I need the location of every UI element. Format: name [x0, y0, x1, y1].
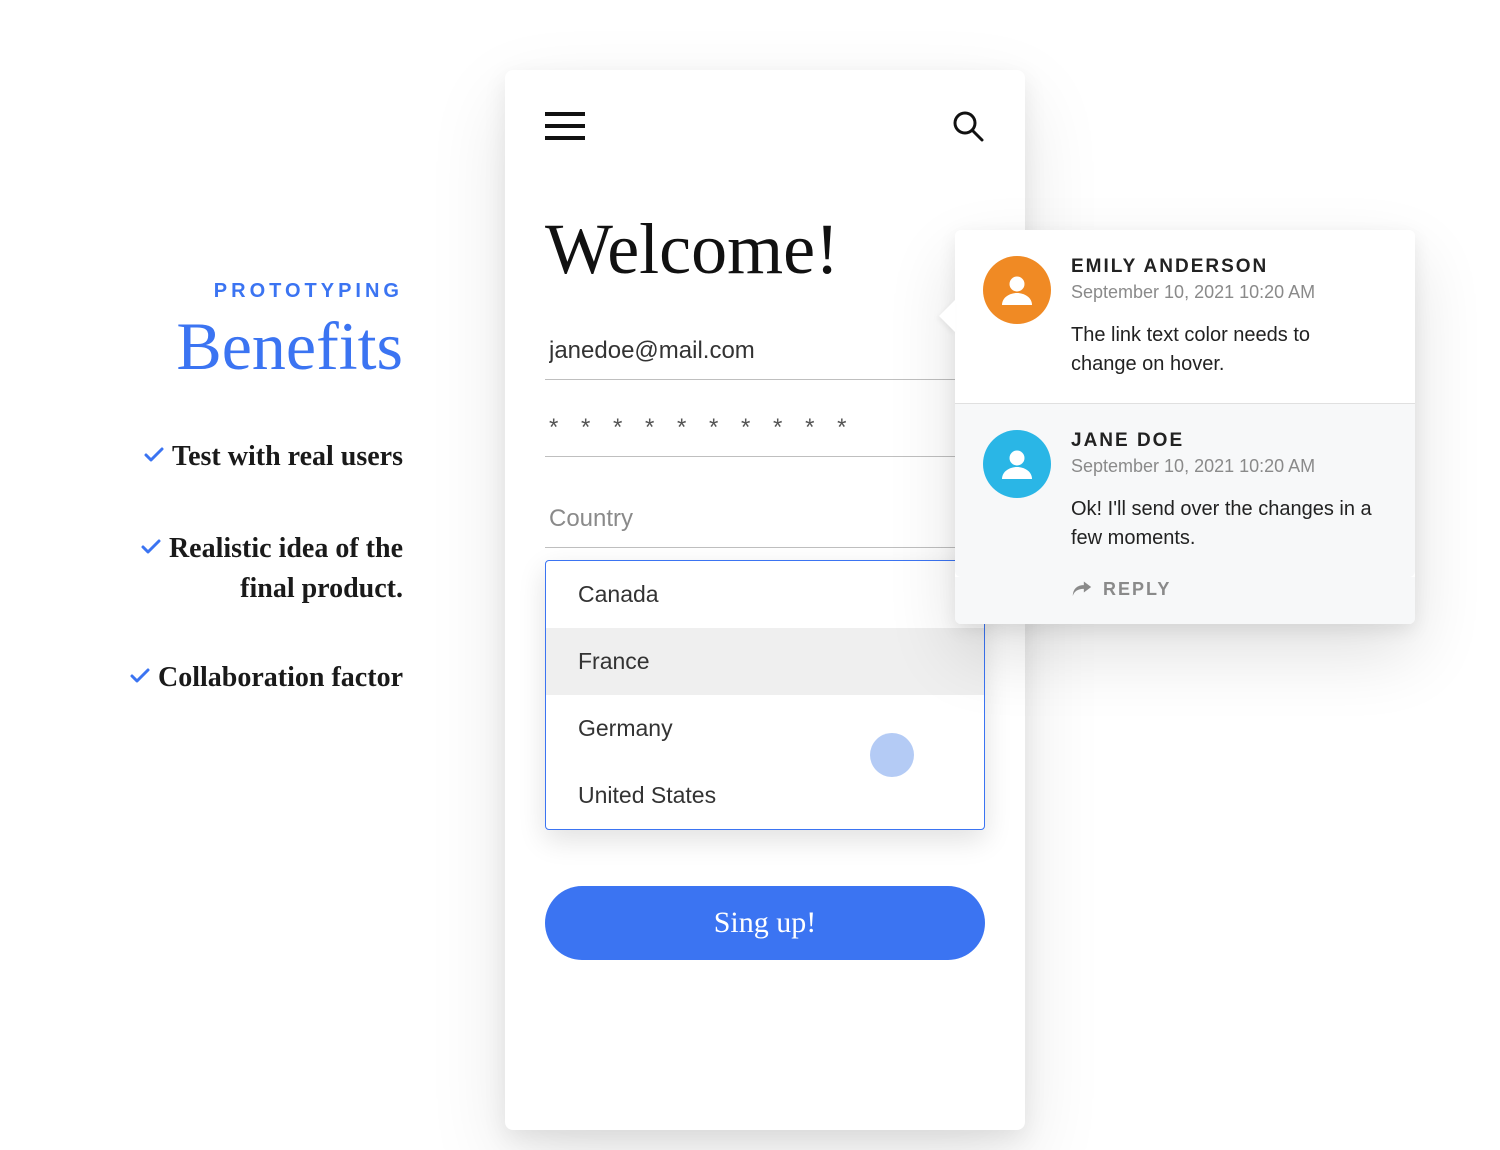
comment: EMILY ANDERSON September 10, 2021 10:20 … [955, 230, 1415, 403]
hamburger-icon[interactable] [545, 111, 585, 146]
check-icon [128, 661, 152, 699]
avatar [983, 256, 1051, 324]
benefit-item: Realistic idea of the final product. [78, 530, 403, 608]
password-field[interactable] [545, 396, 985, 457]
check-icon [142, 440, 166, 478]
check-icon [139, 532, 163, 570]
country-option[interactable]: United States [546, 762, 984, 829]
benefit-item: Test with real users [78, 438, 403, 478]
comment-author: JANE DOE [1071, 430, 1381, 452]
signup-button[interactable]: Sing up! [545, 886, 985, 960]
welcome-title: Welcome! [545, 208, 985, 291]
comment-time: September 10, 2021 10:20 AM [1071, 456, 1381, 477]
country-dropdown: Canada France Germany United States [545, 560, 985, 830]
benefit-item: Collaboration factor [78, 659, 403, 699]
benefit-text: Test with real users [172, 441, 403, 472]
benefits-panel: PROTOTYPING Benefits Test with real user… [78, 280, 403, 699]
reply-label: REPLY [1103, 579, 1171, 600]
reply-icon [1071, 577, 1093, 602]
country-option[interactable]: Germany [546, 695, 984, 762]
cursor-indicator [870, 733, 914, 777]
comment-text: The link text color needs to change on h… [1071, 321, 1381, 379]
benefit-text: Collaboration factor [158, 662, 403, 693]
signup-card: Welcome! Country Canada France Germany U… [505, 70, 1025, 1130]
comment-text: Ok! I'll send over the changes in a few … [1071, 495, 1381, 553]
email-field[interactable] [545, 319, 985, 380]
eyebrow: PROTOTYPING [78, 280, 403, 303]
benefits-heading: Benefits [78, 307, 403, 386]
country-placeholder: Country [549, 505, 633, 533]
comment-author: EMILY ANDERSON [1071, 256, 1381, 278]
reply-button[interactable]: REPLY [955, 577, 1415, 624]
comment-time: September 10, 2021 10:20 AM [1071, 282, 1381, 303]
country-option[interactable]: France [546, 628, 984, 695]
comments-panel: EMILY ANDERSON September 10, 2021 10:20 … [955, 230, 1415, 624]
country-option[interactable]: Canada [546, 561, 984, 628]
avatar [983, 430, 1051, 498]
search-icon[interactable] [951, 109, 985, 148]
benefit-text: Realistic idea of the final product. [169, 533, 403, 604]
country-select[interactable]: Country [545, 479, 985, 548]
comment: JANE DOE September 10, 2021 10:20 AM Ok!… [955, 403, 1415, 577]
